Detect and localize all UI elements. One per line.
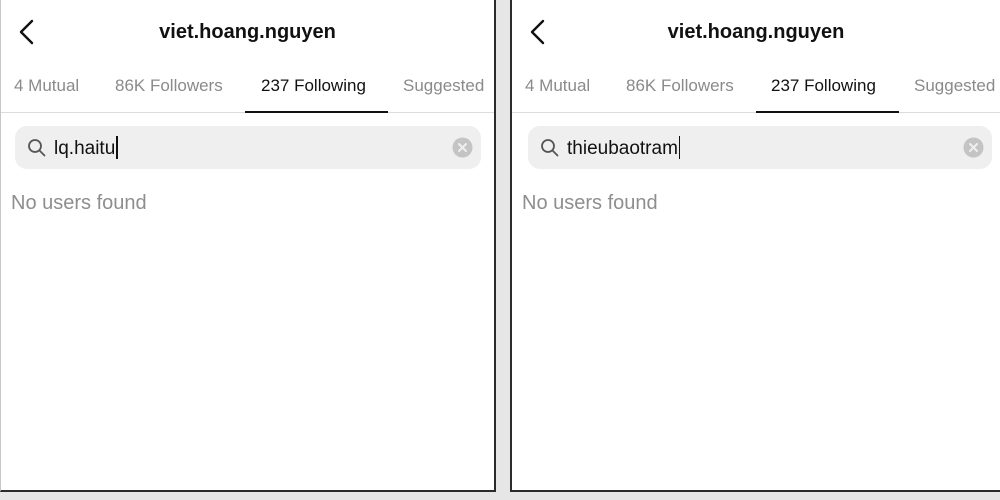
search-icon xyxy=(541,139,559,157)
search-input[interactable]: lq.haitu xyxy=(54,136,118,160)
clear-icon xyxy=(963,137,984,158)
tab-following[interactable]: 237 Following xyxy=(261,76,366,96)
page-title: viet.hoang.nguyen xyxy=(159,21,336,43)
header: viet.hoang.nguyen xyxy=(1,0,494,64)
text-caret xyxy=(116,136,118,159)
tab-suggested[interactable]: Suggested xyxy=(914,76,995,96)
page-title: viet.hoang.nguyen xyxy=(667,21,845,43)
clear-search-button[interactable] xyxy=(452,137,473,158)
clear-search-button[interactable] xyxy=(963,137,984,158)
search-input[interactable]: thieubaotram xyxy=(567,136,681,160)
search-input-value: lq.haitu xyxy=(54,138,116,159)
active-tab-indicator xyxy=(245,111,388,113)
empty-results-message: No users found xyxy=(522,192,658,214)
following-screen-left: viet.hoang.nguyen 4 Mutual 86K Followers… xyxy=(0,0,496,492)
tab-mutual[interactable]: 4 Mutual xyxy=(14,76,79,96)
tab-mutual[interactable]: 4 Mutual xyxy=(525,76,590,96)
search-input-value: thieubaotram xyxy=(567,138,678,159)
tab-bar: 4 Mutual 86K Followers 237 Following Sug… xyxy=(512,64,1000,113)
text-caret xyxy=(678,136,681,159)
tab-followers[interactable]: 86K Followers xyxy=(626,76,734,96)
search-field[interactable]: lq.haitu xyxy=(15,126,481,169)
empty-results-message: No users found xyxy=(11,192,147,214)
search-icon xyxy=(28,139,46,157)
tab-bar: 4 Mutual 86K Followers 237 Following Sug… xyxy=(1,64,494,113)
header: viet.hoang.nguyen xyxy=(512,0,1000,64)
search-field[interactable]: thieubaotram xyxy=(528,126,992,169)
following-screen-right: viet.hoang.nguyen 4 Mutual 86K Followers… xyxy=(510,0,1000,492)
tab-suggested[interactable]: Suggested xyxy=(403,76,484,96)
clear-icon xyxy=(452,137,473,158)
active-tab-indicator xyxy=(756,111,899,113)
tab-followers[interactable]: 86K Followers xyxy=(115,76,223,96)
tab-following[interactable]: 237 Following xyxy=(771,76,876,96)
